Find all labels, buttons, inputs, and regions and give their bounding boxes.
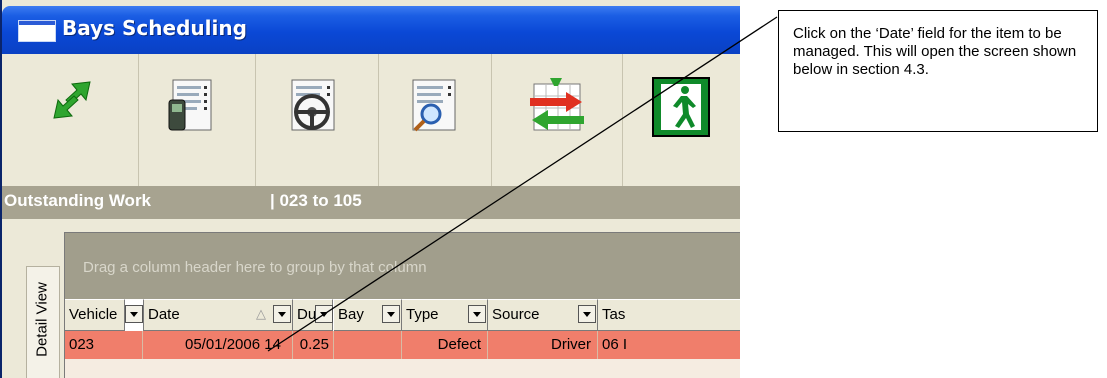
callout-leader-line (267, 16, 778, 352)
